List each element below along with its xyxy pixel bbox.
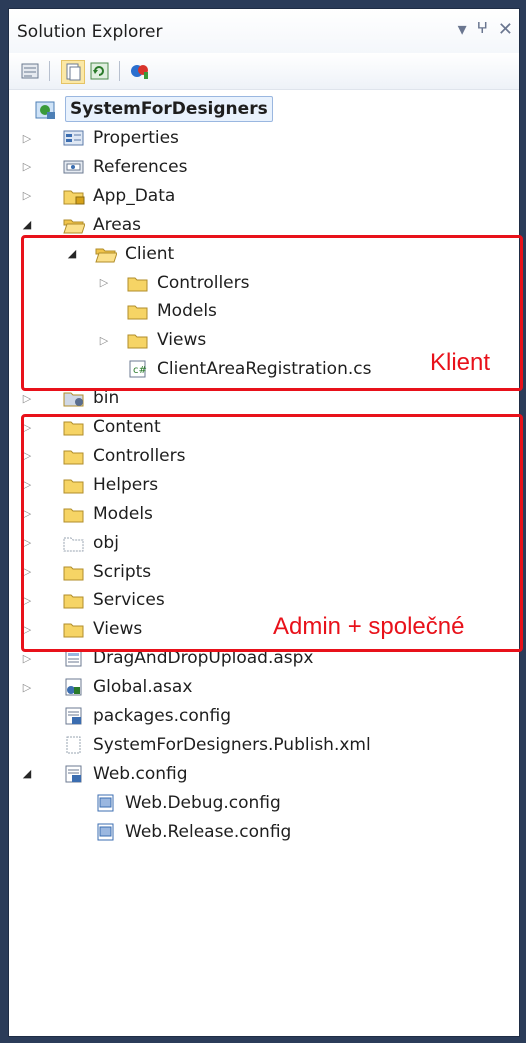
tree-item-packages-config[interactable]: packages.config (63, 702, 231, 730)
tree-item-label: Global.asax (93, 677, 193, 698)
tree-item-label: packages.config (93, 706, 232, 726)
tree-item-web-release-config[interactable]: Web.Release.config (95, 818, 291, 846)
web-project-icon (35, 100, 57, 119)
title-controls: ▾ ⵖ ✕ (458, 19, 513, 40)
dropdown-arrow-icon[interactable]: ▾ (458, 19, 467, 40)
tree-item-global-asax[interactable]: Global.asax (63, 673, 192, 701)
config-icon (63, 765, 85, 783)
tree-item-web-config[interactable]: Web.config (63, 760, 188, 788)
expand-arrow-icon[interactable]: ▷ (21, 652, 33, 665)
expand-arrow-icon[interactable]: ▷ (21, 132, 33, 145)
tree-item-label: Web.config (93, 763, 188, 784)
refresh-icon[interactable] (89, 60, 111, 82)
tree-root[interactable]: SystemForDesigners (35, 95, 273, 123)
expand-arrow-icon[interactable]: ▷ (21, 160, 33, 173)
asax-icon (63, 678, 85, 696)
folder-bin-icon (63, 389, 85, 407)
tree-item-label: References (93, 156, 188, 177)
collapse-arrow-icon[interactable]: ◢ (21, 767, 33, 780)
properties-icon (63, 129, 85, 147)
panel-title: Solution Explorer (17, 22, 163, 42)
solution-root-label: SystemForDesigners (65, 96, 273, 122)
expand-arrow-icon[interactable]: ▷ (21, 392, 33, 405)
tree-item-label: App_Data (93, 185, 176, 206)
config-small-icon (95, 823, 117, 841)
properties-icon[interactable] (19, 60, 41, 82)
references-icon (63, 158, 85, 176)
folder-open-icon (63, 216, 86, 234)
expand-arrow-icon[interactable]: ▷ (21, 681, 33, 694)
tree-item-label: Web.Release.config (125, 821, 292, 842)
view-class-diagram-icon[interactable] (129, 60, 151, 82)
config-small-icon (95, 794, 117, 812)
tree-item-web-debug-config[interactable]: Web.Debug.config (95, 789, 281, 817)
show-all-files-icon[interactable] (61, 60, 85, 84)
panel-titlebar: Solution Explorer ▾ ⵖ ✕ (9, 9, 519, 53)
toolbar-separator (49, 61, 50, 81)
config-icon (63, 707, 85, 725)
tree-item-app-data[interactable]: App_Data (63, 182, 175, 210)
tree-item-references[interactable]: References (63, 153, 187, 181)
admin-annotation: Admin + společné (273, 613, 465, 640)
collapse-arrow-icon[interactable]: ◢ (21, 218, 33, 231)
tree-item-label: Areas (93, 214, 141, 235)
close-icon[interactable]: ✕ (498, 19, 513, 40)
client-annotation: Klient (430, 349, 491, 376)
tree-item-label: bin (93, 388, 120, 409)
toolbar-separator (119, 61, 120, 81)
solution-explorer-panel: Solution Explorer ▾ ⵖ ✕ SystemForDesigne… (8, 8, 523, 1037)
explorer-toolbar (9, 53, 519, 90)
expand-arrow-icon[interactable]: ▷ (21, 189, 33, 202)
tree-item-label: Web.Debug.config (125, 792, 281, 813)
tree-item-label: SystemForDesigners.Publish.xml (93, 734, 371, 755)
folder-data-icon (63, 187, 85, 205)
file-hidden-icon (63, 736, 85, 754)
tree-item-label: Properties (93, 128, 179, 148)
tree-item-properties[interactable]: Properties (63, 124, 179, 152)
tree-item-publish-xml[interactable]: SystemForDesigners.Publish.xml (63, 731, 371, 759)
pin-icon[interactable]: ⵖ (477, 19, 488, 40)
